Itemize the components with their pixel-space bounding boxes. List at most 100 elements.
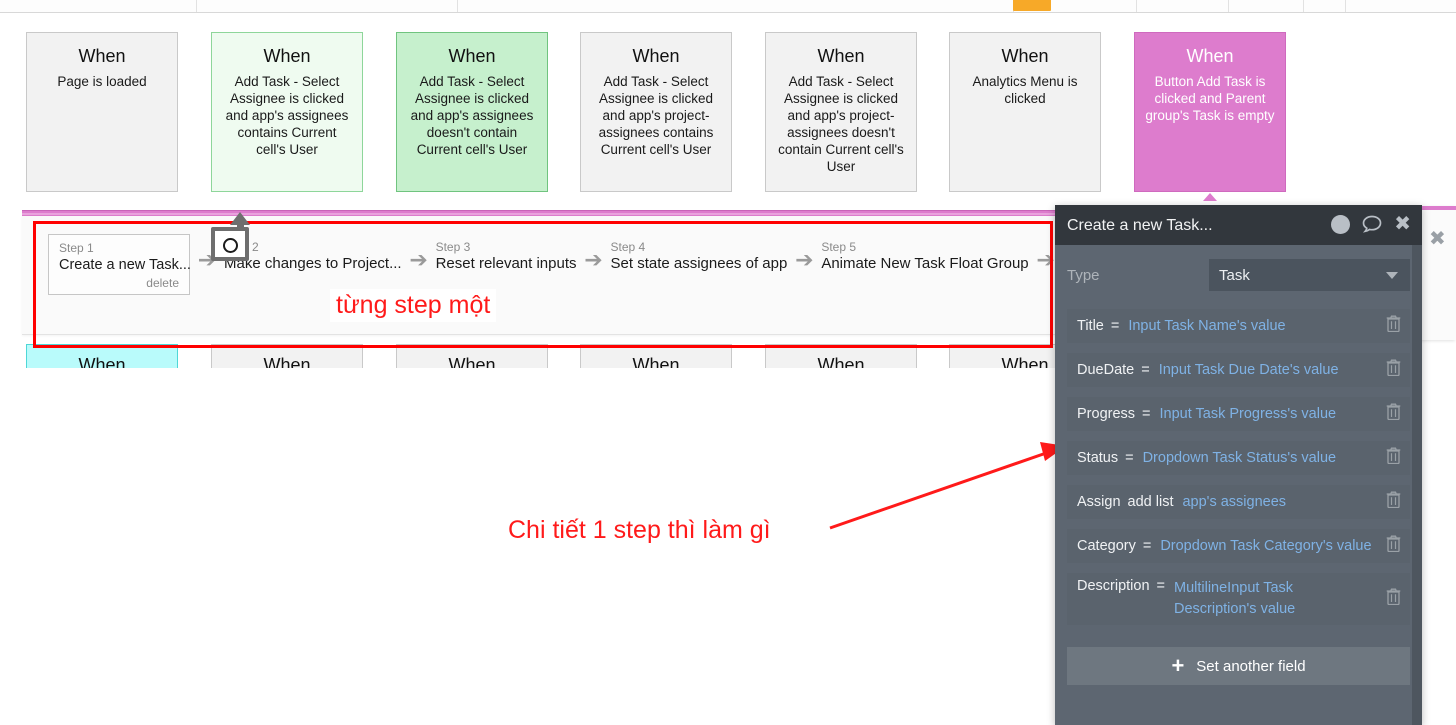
steps-row: Step 1 Create a new Task... delete ➔ Ste… [48,234,1063,295]
event-card-title: When [632,46,680,66]
event-card-subtitle: Button Add Task is clicked and Parent gr… [1145,74,1275,123]
event-card-title: When [263,355,311,368]
event-card-title: When [263,46,311,66]
type-label: Type [1067,266,1100,284]
field-operator: = [1142,538,1152,554]
chat-icon[interactable] [1362,215,1382,233]
event-cards-row: When Page is loaded When Add Task - Sele… [0,32,1456,202]
type-value: Task [1219,266,1250,284]
chevron-down-icon [1386,272,1398,279]
tab-divider [1303,0,1304,12]
event-card-title: When [78,355,126,368]
field-operator: = [1142,406,1151,422]
event-card-subtitle: Analytics Menu is clicked [972,74,1078,106]
event-card-0[interactable]: When Page is loaded [26,32,178,192]
field-row-description[interactable]: Description = MultilineInput Task Descri… [1067,573,1410,625]
field-row-assign[interactable]: Assign add list app's assignees [1067,485,1410,519]
field-value[interactable]: Dropdown Task Status's value [1143,448,1337,469]
help-icon[interactable]: ? [1331,214,1351,234]
field-row-category[interactable]: Category = Dropdown Task Category's valu… [1067,529,1410,563]
cursor-selector-icon [211,212,251,261]
property-editor-panel: Create a new Task... ? ✖ Type Task Title… [1055,205,1422,725]
event-card-title: When [1186,46,1234,66]
step-text: Make changes to Project... [224,255,402,272]
close-icon[interactable]: ✖ [1394,214,1411,234]
event-card-5[interactable]: When Analytics Menu is clicked [949,32,1101,192]
trash-icon[interactable] [1386,535,1401,557]
event-card-1[interactable]: When Add Task - Select Assignee is click… [211,32,363,192]
cursor-ring [223,238,238,253]
field-value[interactable]: MultilineInput Task Description's value [1174,578,1376,620]
step-card-5[interactable]: Step 5 Animate New Task Float Group [821,234,1028,274]
trash-icon[interactable] [1386,315,1401,337]
panel-body: Type Task Title = Input Task Name's valu… [1055,251,1422,625]
step-text: Reset relevant inputs [435,255,577,272]
event-card-title: When [1001,46,1049,66]
step-text: Animate New Task Float Group [821,255,1029,272]
field-operator: = [1125,450,1134,466]
field-name: Title [1077,318,1104,334]
event-card-r2-1[interactable]: When [211,344,363,368]
field-value[interactable]: Input Task Name's value [1128,316,1285,337]
event-card-subtitle: Page is loaded [57,74,147,89]
field-operator: = [1110,318,1120,334]
step-card-4[interactable]: Step 4 Set state assignees of app [611,234,788,274]
event-card-title: When [817,355,865,368]
event-card-4[interactable]: When Add Task - Select Assignee is click… [765,32,917,192]
active-tab-indicator[interactable] [1013,0,1051,11]
event-card-title: When [448,46,496,66]
field-name: Status [1077,450,1119,466]
tab-divider [1136,0,1137,12]
field-name: Description [1077,578,1150,594]
field-row-duedate[interactable]: DueDate = Input Task Due Date's value [1067,353,1410,387]
step-label: Step 4 [610,240,646,254]
field-row-status[interactable]: Status = Dropdown Task Status's value [1067,441,1410,475]
field-name: DueDate [1077,362,1135,378]
field-value[interactable]: app's assignees [1182,492,1286,513]
event-card-subtitle: Add Task - Select Assignee is clicked an… [598,74,714,157]
trash-icon[interactable] [1386,588,1401,610]
field-row-progress[interactable]: Progress = Input Task Progress's value [1067,397,1410,431]
trash-icon[interactable] [1386,403,1401,425]
event-card-title: When [817,46,865,66]
tab-divider [1345,0,1346,12]
event-card-6[interactable]: When Button Add Task is clicked and Pare… [1134,32,1286,192]
type-select[interactable]: Task [1209,259,1410,291]
field-operator: = [1156,578,1165,594]
step-card-3[interactable]: Step 3 Reset relevant inputs [436,234,577,274]
trash-icon[interactable] [1386,359,1401,381]
event-card-r2-0[interactable]: When [26,344,178,368]
event-card-3[interactable]: When Add Task - Select Assignee is click… [580,32,732,192]
field-name: Progress [1077,406,1136,422]
step-text: Set state assignees of app [610,255,788,272]
annotation-arrow-icon [829,442,1066,530]
secondary-panel-card: ✖ [1420,206,1456,340]
field-value[interactable]: Input Task Due Date's value [1159,360,1339,381]
selected-event-pointer [1203,193,1217,201]
event-card-title: When [448,355,496,368]
event-card-title: When [632,355,680,368]
trash-icon[interactable] [1386,447,1401,469]
field-value[interactable]: Dropdown Task Category's value [1160,536,1371,557]
event-card-r2-2[interactable]: When [396,344,548,368]
set-another-field-button[interactable]: + Set another field [1067,647,1410,685]
step-card-1[interactable]: Step 1 Create a new Task... delete [48,234,191,295]
trash-icon[interactable] [1386,491,1401,513]
event-card-r2-4[interactable]: When [765,344,917,368]
event-card-title: When [78,46,126,66]
tab-divider [1228,0,1229,12]
step-arrow-icon: ➔ [795,248,814,273]
close-icon[interactable]: ✖ [1429,229,1446,249]
step-delete-link[interactable]: delete [59,276,179,290]
event-card-2[interactable]: When Add Task - Select Assignee is click… [396,32,548,192]
event-card-r2-3[interactable]: When [580,344,732,368]
panel-title: Create a new Task... [1067,217,1213,234]
event-card-subtitle: Add Task - Select Assignee is clicked an… [225,74,349,157]
type-row: Type Task [1067,251,1410,299]
browser-tab-strip [0,0,1456,13]
field-value[interactable]: Input Task Progress's value [1160,404,1337,425]
field-row-title[interactable]: Title = Input Task Name's value [1067,309,1410,343]
tab-divider [196,0,197,12]
step-arrow-icon: ➔ [584,248,603,273]
step-label: Step 1 [59,241,94,255]
